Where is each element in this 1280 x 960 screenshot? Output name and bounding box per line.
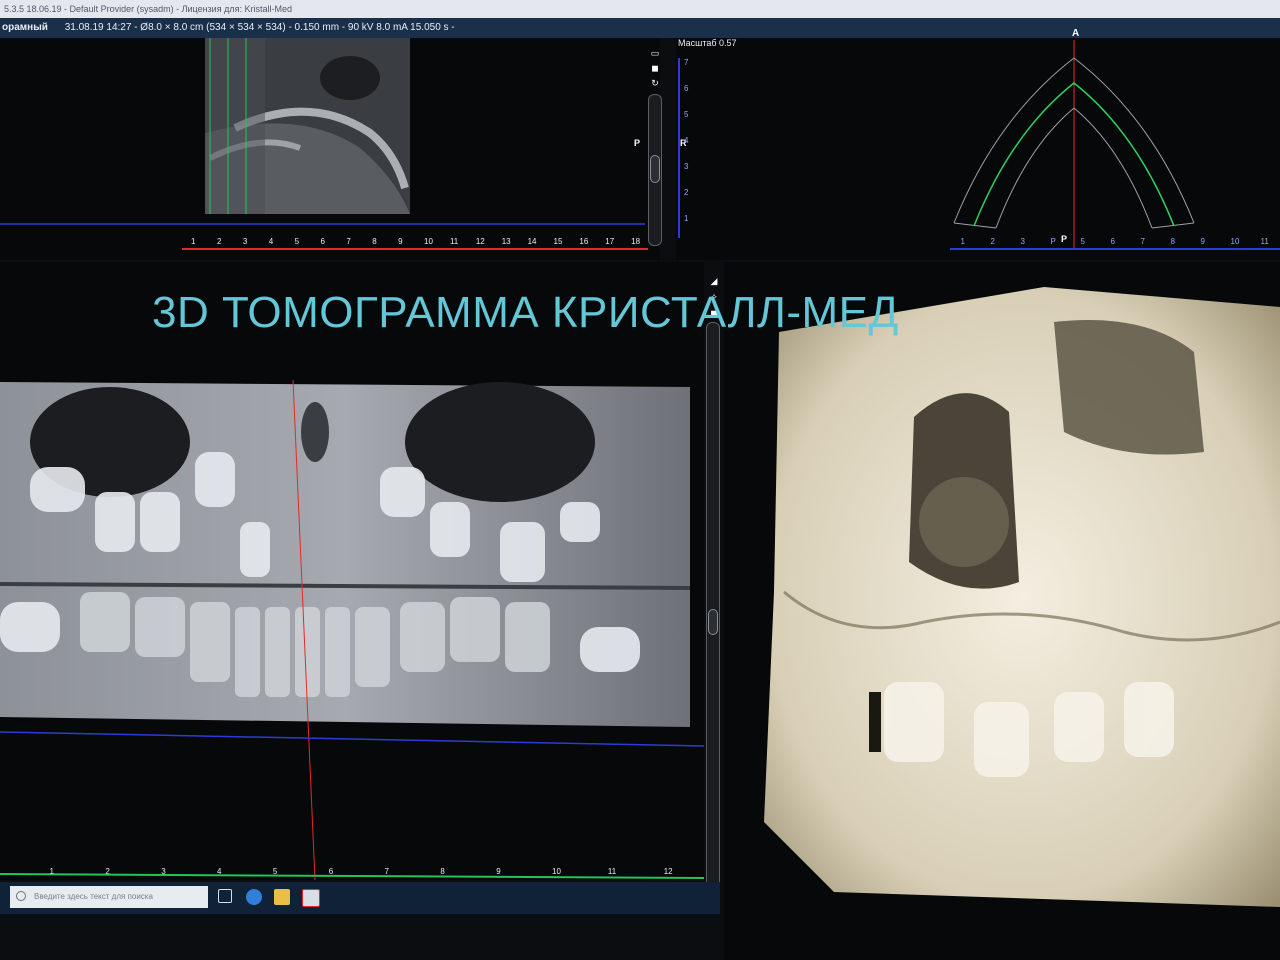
panoramic-ruler-tick: 11: [607, 867, 617, 876]
file-explorer-icon[interactable]: [274, 889, 290, 905]
screenshot-tool-icon[interactable]: ▭: [650, 48, 660, 58]
panoramic-slice-scrollbar[interactable]: [706, 322, 720, 912]
panoramic-ruler-tick: 7: [384, 867, 389, 876]
sagittal-ruler-tick: 10: [424, 237, 433, 246]
sagittal-ruler-tick: 15: [553, 237, 563, 246]
sagittal-scroll-thumb[interactable]: [650, 155, 660, 183]
sagittal-ruler-tick: 3: [242, 237, 248, 246]
rotate-tool-icon[interactable]: ↻: [650, 78, 660, 88]
panoramic-ruler-tick: 8: [440, 867, 445, 876]
arch-view[interactable]: Масштаб 0.57 R 7654321 A P: [676, 28, 1280, 260]
arch-ruler-tick: P: [1050, 237, 1056, 246]
sagittal-ruler-tick: 17: [605, 237, 615, 246]
arch-ruler-tick: 3: [1020, 237, 1025, 246]
taskbar-search-box[interactable]: Введите здесь текст для поиска: [10, 886, 208, 908]
panoramic-view[interactable]: [0, 262, 704, 880]
sagittal-ruler: 1 2 3 4 5 6 7 8 9 10 11 12 13 14 15 16 17 18: [182, 236, 648, 250]
sagittal-ruler-tick: 12: [475, 237, 485, 246]
scan-info-bar: орамный 31.08.19 14:27 - Ø8.0 × 8.0 cm (…: [0, 18, 1280, 38]
panoramic-ruler-tick: 3: [161, 867, 166, 876]
sagittal-ruler-tick: 9: [398, 237, 403, 246]
panoramic-ruler-tick: 12: [663, 867, 673, 876]
tomograph-app-icon[interactable]: [302, 889, 320, 907]
windows-taskbar: Введите здесь текст для поиска: [0, 882, 720, 914]
pan-tool-icon[interactable]: ◢: [709, 276, 719, 286]
arch-ruler-tick: 11: [1260, 237, 1269, 246]
sagittal-slice-image: [0, 38, 645, 225]
panoramic-ruler: 1 2 3 4 5 6 7 8 9 10 11 12: [30, 866, 700, 880]
scan-meta-text: 31.08.19 14:27 - Ø8.0 × 8.0 cm (534 × 53…: [64, 22, 455, 33]
sagittal-ruler-tick: 14: [527, 237, 537, 246]
dental-arch-diagram: [953, 40, 1195, 248]
orientation-left-label: P: [634, 138, 641, 148]
lock-tool-icon[interactable]: ◼: [650, 63, 660, 73]
panoramic-ruler-tick: 9: [496, 867, 501, 876]
sagittal-ruler-tick: 2: [216, 237, 222, 246]
arch-ruler-tick: 6: [1110, 237, 1115, 246]
sagittal-ruler-tick: 13: [501, 237, 511, 246]
sagittal-ruler-tick: 11: [449, 237, 459, 246]
window-title: 5.3.5 18.06.19 - Default Provider (sysad…: [4, 4, 292, 14]
panoramic-ruler-tick: 2: [105, 867, 110, 876]
arch-ruler-tick: 2: [990, 237, 995, 246]
overlay-title: 3D ТОМОГРАММА КРИСТАЛЛ-МЕД: [152, 288, 899, 337]
sagittal-ruler-tick: 16: [579, 237, 589, 246]
sagittal-ruler-tick: 1: [191, 237, 196, 246]
panoramic-ruler-tick: 5: [272, 867, 278, 876]
edge-browser-icon[interactable]: [246, 889, 262, 905]
panoramic-xray-image: [0, 379, 704, 880]
search-placeholder: Введите здесь текст для поиска: [34, 892, 153, 901]
panoramic-ruler-tick: 4: [217, 867, 222, 876]
volume-3d-view[interactable]: [724, 262, 1280, 960]
panoramic-ruler-tick: 1: [49, 867, 54, 876]
sagittal-ruler-tick: 4: [268, 237, 274, 246]
view-mode-tab[interactable]: орамный: [2, 22, 48, 33]
arch-ruler-tick: 5: [1080, 237, 1085, 246]
sagittal-ruler-tick: 5: [294, 237, 300, 246]
sagittal-ruler-tick: 18: [631, 237, 641, 246]
task-view-icon[interactable]: [218, 889, 232, 903]
window-titlebar: 5.3.5 18.06.19 - Default Provider (sysad…: [0, 0, 1280, 18]
arch-ruler-tick: 9: [1200, 237, 1205, 246]
volume-render-image: [764, 287, 1280, 907]
sagittal-view[interactable]: P ▭ ◼ ↻: [0, 38, 662, 260]
search-icon: [16, 891, 26, 901]
arch-ruler: 1 2 3 P 5 6 7 8 9 10 11: [950, 236, 1280, 250]
sagittal-ruler-tick: 8: [372, 237, 377, 246]
panoramic-scroll-thumb[interactable]: [708, 609, 718, 635]
arch-ruler-tick: 1: [960, 237, 965, 246]
arch-ruler-tick: 8: [1170, 237, 1175, 246]
panoramic-ruler-tick: 10: [552, 867, 561, 876]
sagittal-ruler-tick: 6: [320, 237, 325, 246]
sagittal-slice-scrollbar[interactable]: [648, 94, 662, 246]
panoramic-ruler-tick: 6: [328, 867, 334, 876]
arch-ruler-tick: 10: [1230, 237, 1240, 246]
sagittal-ruler-tick: 7: [346, 237, 351, 246]
arch-ruler-tick: 7: [1140, 237, 1145, 246]
